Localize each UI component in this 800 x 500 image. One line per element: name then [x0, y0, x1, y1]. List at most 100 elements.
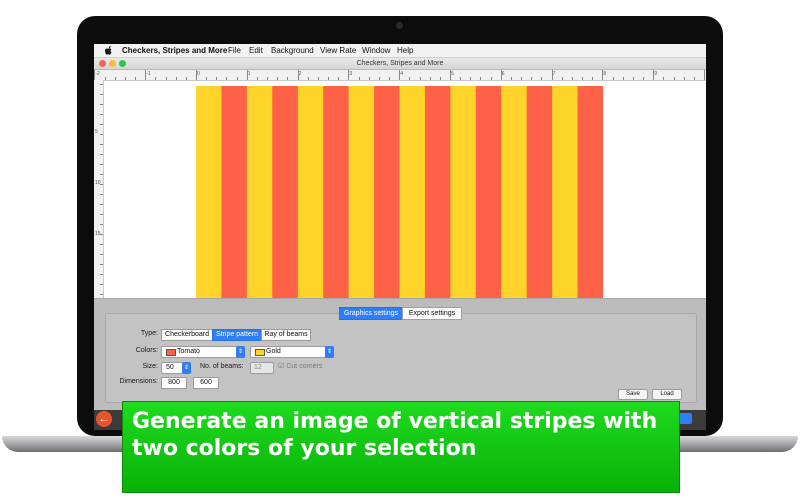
stripe [475, 86, 502, 334]
beams-label: No. of beams: [200, 363, 244, 370]
stripe [526, 86, 553, 334]
stripe [272, 86, 299, 334]
ruler-tick [551, 70, 553, 80]
stripe [297, 86, 324, 334]
ruler-tick [338, 77, 340, 80]
cut-corners-label: Cut corners [286, 363, 323, 370]
ruler-tick [104, 77, 106, 80]
color2-popup[interactable]: Gold ⇕ [250, 346, 334, 358]
window-title: Checkers, Stripes and More [356, 60, 444, 67]
width-field[interactable]: 800 [161, 377, 187, 389]
menu-app-name[interactable]: Checkers, Stripes and More [122, 44, 227, 57]
type-checkerboard[interactable]: Checkerboard [161, 329, 213, 341]
stripe [577, 86, 603, 334]
ruler-tick [632, 77, 634, 80]
ruler-tick [541, 77, 543, 80]
ruler-tick [100, 194, 103, 195]
ruler-tick [100, 144, 103, 145]
settings-group: Type: Checkerboard Stripe pattern Ray of… [105, 313, 697, 403]
menu-view-rate[interactable]: View Rate [320, 44, 356, 57]
ruler-tick [500, 70, 502, 80]
caption-banner: Generate an image of vertical stripes wi… [122, 401, 680, 493]
caption-line-1: Generate an image of vertical stripes wi… [132, 409, 658, 434]
stripe [246, 86, 273, 334]
tab-export-settings[interactable]: Export settings [402, 307, 462, 320]
ruler-tick-label: 4 [400, 71, 403, 77]
ruler-tick [693, 77, 695, 80]
ruler-tick [100, 124, 103, 125]
ruler-tick [663, 77, 665, 80]
ruler-tick [256, 77, 258, 80]
ruler-tick [602, 70, 604, 80]
checkbox-icon: ☑ [278, 363, 285, 370]
dimensions-label: Dimensions: [119, 378, 158, 385]
ruler-tick [510, 77, 512, 80]
load-button[interactable]: Load [652, 389, 682, 400]
ruler-tick [622, 77, 624, 80]
save-icon[interactable] [678, 413, 692, 424]
ruler-tick-label: 9 [654, 71, 657, 77]
zoom-window-button[interactable] [119, 60, 126, 67]
ruler-tick [348, 70, 350, 80]
ruler-tick [196, 70, 197, 80]
type-stripe-pattern[interactable]: Stripe pattern [212, 329, 262, 341]
stripe [450, 86, 477, 334]
type-ray-of-beams[interactable]: Ray of beams [261, 329, 311, 341]
ruler-tick-label: 6 [501, 71, 505, 77]
ruler-tick [246, 70, 248, 80]
ruler-tick [704, 70, 705, 80]
drawing-canvas[interactable] [104, 81, 706, 334]
ruler-tick-label: 1 [247, 71, 251, 77]
ruler-tick [236, 77, 238, 80]
ruler-tick [267, 77, 269, 80]
tomato-swatch [166, 349, 176, 356]
caption-line-2: two colors of your selection [132, 436, 477, 461]
camera-dot [396, 22, 403, 29]
ruler-tick [100, 114, 103, 115]
ruler-tick [100, 174, 103, 175]
menu-help[interactable]: Help [397, 44, 413, 57]
menu-file[interactable]: File [228, 44, 241, 57]
size-label: Size: [142, 363, 158, 370]
tab-graphics-settings[interactable]: Graphics settings [339, 307, 403, 320]
beams-select[interactable]: 12 [250, 362, 274, 374]
size-select[interactable]: 50 ⇕ [161, 362, 191, 374]
ruler-tick [94, 70, 96, 80]
ruler-tick [673, 77, 675, 80]
laptop-screen: Checkers, Stripes and More File Edit Bac… [94, 44, 706, 430]
minimize-window-button[interactable] [109, 60, 116, 67]
ruler-tick-label: -1 [146, 71, 151, 77]
cut-corners-checkbox[interactable]: ☑ Cut corners [278, 362, 322, 372]
close-window-button[interactable] [99, 60, 106, 67]
ruler-tick [185, 77, 187, 80]
menu-background[interactable]: Background [271, 44, 314, 57]
color1-name: Tomato [177, 348, 200, 355]
save-button[interactable]: Save [618, 389, 648, 400]
ruler-tick [175, 77, 177, 80]
ruler-tick [100, 254, 103, 255]
beams-value: 12 [254, 364, 262, 371]
menu-window[interactable]: Window [362, 44, 390, 57]
ruler-tick-label: -2 [95, 71, 100, 77]
color1-popup[interactable]: Tomato ⇕ [161, 346, 245, 358]
ruler-tick [100, 134, 103, 135]
ruler-tick [419, 77, 421, 80]
ruler-tick [100, 274, 103, 275]
ruler-tick-label: 3 [349, 71, 353, 77]
ruler-tick [328, 77, 330, 80]
window-titlebar: Checkers, Stripes and More [94, 58, 706, 70]
ruler-tick [135, 77, 137, 80]
ruler-tick [409, 77, 411, 80]
ruler-tick-label: 2 [298, 71, 302, 77]
ruler-tick [378, 77, 380, 80]
stripe-pattern [196, 86, 603, 334]
stripe [221, 86, 248, 334]
caption-text: Generate an image of vertical stripes wi… [132, 408, 672, 462]
height-field[interactable]: 600 [193, 377, 219, 389]
menu-edit[interactable]: Edit [249, 44, 263, 57]
ruler-tick-label: 8 [603, 71, 607, 77]
apple-icon[interactable] [105, 44, 113, 55]
back-arrow-icon[interactable]: ← [96, 411, 112, 427]
ruler-tick-label: 5 [451, 71, 454, 77]
ruler-tick [100, 184, 103, 185]
